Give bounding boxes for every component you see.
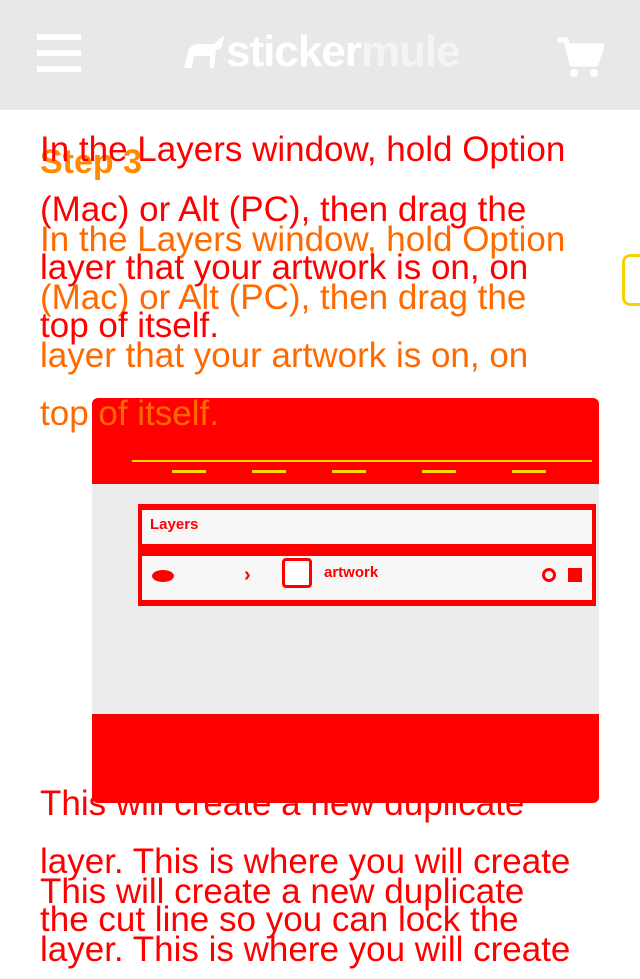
- layers-panel-title: Layers: [150, 516, 199, 533]
- para2-line-1: This will create a new duplicate: [40, 784, 525, 823]
- selection-square-icon[interactable]: [568, 568, 582, 582]
- mule-icon: [184, 36, 224, 68]
- target-circle-icon[interactable]: [542, 568, 556, 582]
- layer-thumbnail: [282, 558, 312, 588]
- layers-panel-header: Layers: [138, 504, 596, 550]
- para1-line-4-dup: top of itself.: [40, 394, 219, 433]
- para1-line-1: In the Layers window, hold Option: [40, 130, 566, 169]
- hamburger-menu-icon[interactable]: [37, 34, 81, 72]
- logo-word-sticker: sticker: [226, 27, 362, 76]
- shopping-cart-icon[interactable]: [556, 36, 606, 80]
- layers-screenshot: Layers › artwork: [92, 398, 599, 803]
- eye-icon[interactable]: [152, 570, 174, 582]
- chevron-right-icon[interactable]: ›: [244, 564, 251, 587]
- stickermule-logo[interactable]: stickermule: [180, 27, 470, 78]
- logo-word-mule: mule: [360, 27, 461, 76]
- para1-line-3-dup: layer that your artwork is on, on: [40, 336, 529, 375]
- layer-name: artwork: [324, 564, 379, 581]
- logo-text: stickermule: [226, 26, 461, 78]
- scroll-indicator[interactable]: [622, 254, 640, 306]
- para2-line-2-dup: layer. This is where you will create: [40, 930, 571, 969]
- layer-row[interactable]: › artwork: [138, 550, 596, 606]
- site-header: stickermule: [0, 0, 640, 110]
